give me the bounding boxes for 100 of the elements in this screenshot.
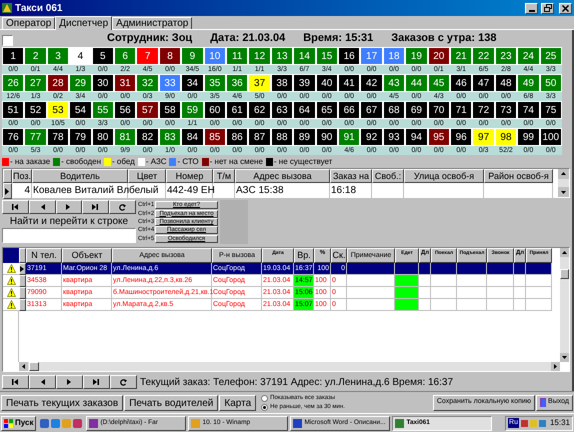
car-cell[interactable]: 71 xyxy=(450,102,472,118)
car-cell[interactable]: 27 xyxy=(25,75,46,91)
close-button[interactable] xyxy=(559,2,572,14)
car-cell[interactable]: 48 xyxy=(496,75,516,91)
car-cell[interactable]: 61 xyxy=(226,102,248,118)
navigator-button[interactable] xyxy=(110,375,137,389)
column-header[interactable]: Номер xyxy=(166,169,213,183)
start-button[interactable]: Пуск xyxy=(1,416,36,430)
car-cell[interactable]: 39 xyxy=(294,75,315,91)
car-cell[interactable]: 57 xyxy=(137,102,158,118)
table-cell[interactable] xyxy=(457,263,487,275)
car-cell[interactable]: 92 xyxy=(361,129,382,145)
table-cell[interactable] xyxy=(395,299,419,311)
column-header[interactable]: Улица освоб-я xyxy=(404,169,484,183)
car-cell[interactable]: 58 xyxy=(160,102,180,118)
car-cell[interactable]: 40 xyxy=(316,75,337,91)
car-cell[interactable]: 46 xyxy=(450,75,472,91)
radio-button[interactable] xyxy=(261,394,268,402)
column-header[interactable]: N тел. xyxy=(26,248,62,263)
tab[interactable]: Оператор xyxy=(2,17,56,29)
row-selector[interactable] xyxy=(19,299,26,311)
car-cell[interactable]: 75 xyxy=(540,102,561,118)
car-cell[interactable]: 88 xyxy=(272,129,292,145)
car-cell[interactable]: 30 xyxy=(92,75,113,91)
navigator-button[interactable] xyxy=(2,200,29,214)
column-header[interactable]: Т/м xyxy=(213,169,235,183)
table-cell[interactable] xyxy=(431,287,457,299)
car-cell[interactable]: 100 xyxy=(540,129,561,145)
car-cell[interactable]: 36 xyxy=(226,75,248,91)
car-cell[interactable]: 52 xyxy=(25,102,46,118)
radio-button[interactable] xyxy=(261,404,268,410)
car-cell[interactable]: 43 xyxy=(384,75,404,91)
table-cell[interactable] xyxy=(419,275,431,287)
row-selector[interactable] xyxy=(19,263,26,275)
navigator-button[interactable] xyxy=(109,200,136,214)
car-cell[interactable]: 37 xyxy=(249,75,270,91)
row-selector[interactable] xyxy=(19,275,26,287)
column-header[interactable]: Своб.: xyxy=(372,169,404,183)
car-cell[interactable]: 84 xyxy=(182,129,203,145)
scroll-thumb[interactable] xyxy=(560,269,569,279)
car-cell[interactable]: 15 xyxy=(316,48,337,64)
car-cell[interactable]: 23 xyxy=(496,48,516,64)
checkbox[interactable] xyxy=(2,34,13,46)
car-cell[interactable]: 51 xyxy=(3,102,24,118)
column-header[interactable]: Ск. xyxy=(331,248,347,263)
tab[interactable]: Диспетчер xyxy=(55,16,112,30)
scroll-down-icon[interactable] xyxy=(560,353,569,362)
table-cell[interactable] xyxy=(419,287,431,299)
scrollbar[interactable] xyxy=(558,169,569,197)
table-cell[interactable] xyxy=(526,299,552,311)
car-cell[interactable]: 83 xyxy=(160,129,180,145)
car-cell[interactable]: 21 xyxy=(450,48,472,64)
navigator-button[interactable] xyxy=(28,200,56,214)
car-cell[interactable]: 8 xyxy=(160,48,180,64)
car-cell[interactable]: 32 xyxy=(137,75,158,91)
table-cell[interactable] xyxy=(395,287,419,299)
table-cell[interactable] xyxy=(526,287,552,299)
car-cell[interactable]: 38 xyxy=(272,75,292,91)
scroll-up-icon[interactable] xyxy=(558,169,569,179)
search-field[interactable] xyxy=(2,228,136,243)
table-cell[interactable] xyxy=(395,275,419,287)
minimize-button[interactable] xyxy=(525,2,538,14)
car-cell[interactable]: 62 xyxy=(249,102,270,118)
table-cell[interactable] xyxy=(395,263,419,275)
car-cell[interactable]: 45 xyxy=(428,75,449,91)
car-cell[interactable]: 81 xyxy=(114,129,136,145)
row-selector[interactable] xyxy=(19,287,26,299)
navigator-button[interactable] xyxy=(83,375,110,389)
car-cell[interactable]: 76 xyxy=(3,129,24,145)
car-cell[interactable]: 66 xyxy=(338,102,360,118)
scrollbar[interactable] xyxy=(560,248,569,362)
column-header[interactable]: Заказ на xyxy=(330,169,372,183)
table-cell[interactable] xyxy=(514,275,526,287)
car-cell[interactable]: 3 xyxy=(48,48,68,64)
car-cell[interactable]: 91 xyxy=(338,129,360,145)
car-cell[interactable]: 55 xyxy=(92,102,113,118)
table-cell[interactable] xyxy=(347,263,395,275)
car-cell[interactable]: 86 xyxy=(226,129,248,145)
car-cell[interactable]: 90 xyxy=(316,129,337,145)
scroll-thumb[interactable] xyxy=(29,362,39,371)
table-cell[interactable] xyxy=(457,275,487,287)
car-cell[interactable]: 78 xyxy=(48,129,68,145)
car-cell[interactable]: 97 xyxy=(473,129,494,145)
car-cell[interactable]: 1 xyxy=(3,48,24,64)
row-selector[interactable] xyxy=(3,183,12,199)
column-header[interactable]: Адрес вызова xyxy=(235,169,330,183)
car-cell[interactable]: 73 xyxy=(496,102,516,118)
car-cell[interactable]: 22 xyxy=(473,48,494,64)
car-cell[interactable]: 56 xyxy=(114,102,136,118)
car-cell[interactable]: 59 xyxy=(182,102,203,118)
car-cell[interactable]: 14 xyxy=(294,48,315,64)
car-cell[interactable]: 17 xyxy=(361,48,382,64)
car-cell[interactable]: 11 xyxy=(226,48,248,64)
table-cell[interactable] xyxy=(487,275,514,287)
car-cell[interactable]: 16 xyxy=(338,48,360,64)
car-cell[interactable]: 12 xyxy=(249,48,270,64)
car-cell[interactable]: 93 xyxy=(384,129,404,145)
car-cell[interactable]: 68 xyxy=(384,102,404,118)
navigator-button[interactable] xyxy=(56,375,83,389)
table-cell[interactable] xyxy=(514,287,526,299)
